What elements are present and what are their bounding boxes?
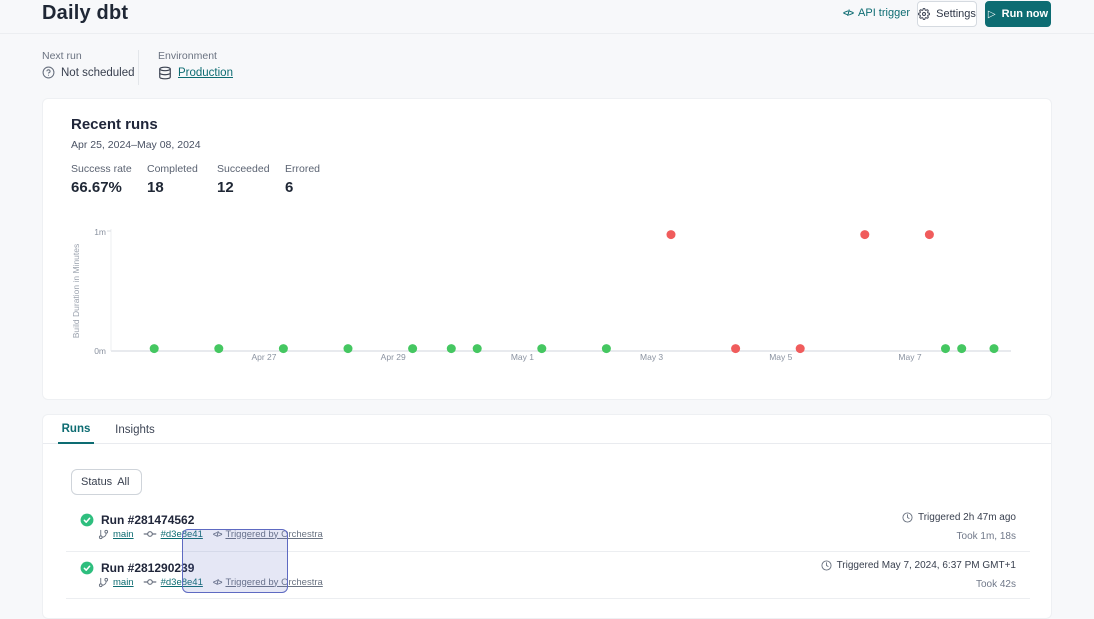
x-tick-label: Apr 29 <box>381 352 406 362</box>
x-tick-label: May 5 <box>769 352 792 362</box>
run-triggered-text: Triggered May 7, 2024, 6:37 PM GMT+1 <box>837 560 1016 571</box>
run-dot-succeeded[interactable] <box>957 344 966 353</box>
help-circle-icon <box>42 66 55 79</box>
run-dot-errored[interactable] <box>731 344 740 353</box>
success-check-icon <box>80 561 94 575</box>
git-commit-icon <box>143 527 157 541</box>
header-divider <box>0 33 1094 34</box>
git-commit-icon <box>143 575 157 589</box>
x-tick-label: May 7 <box>898 352 921 362</box>
settings-button[interactable]: Settings <box>917 1 977 27</box>
run-meta: main #d3e8e41 </> Triggered by Orchestra <box>98 526 323 542</box>
x-tick-label: May 3 <box>640 352 663 362</box>
runs-card: Runs Insights Status All Run #281474562 … <box>42 414 1052 619</box>
run-dot-errored[interactable] <box>796 344 805 353</box>
run-title[interactable]: Run #281474562 <box>101 513 194 527</box>
run-title[interactable]: Run #281290239 <box>101 561 194 575</box>
filter-label: Status <box>81 476 112 488</box>
api-trigger-link[interactable]: </> API trigger <box>843 7 910 19</box>
run-triggered-text: Triggered 2h 47m ago <box>918 512 1016 523</box>
tab-runs[interactable]: Runs <box>58 415 94 444</box>
run-dot-succeeded[interactable] <box>214 344 223 353</box>
clock-icon <box>821 560 832 571</box>
status-filter-dropdown[interactable]: Status All <box>71 469 142 495</box>
run-took: Took 1m, 18s <box>957 531 1016 542</box>
environment-label: Environment <box>158 50 217 62</box>
run-dot-succeeded[interactable] <box>537 344 546 353</box>
next-run-text: Not scheduled <box>61 67 135 79</box>
next-run-value: Not scheduled <box>42 66 135 79</box>
database-icon <box>158 66 172 80</box>
y-tick-1m: 1m <box>94 227 106 237</box>
run-took: Took 42s <box>976 579 1016 590</box>
run-dot-succeeded[interactable] <box>602 344 611 353</box>
run-dot-succeeded[interactable] <box>279 344 288 353</box>
x-tick-label: Apr 27 <box>251 352 276 362</box>
run-meta: main #d3e8e41 </> Triggered by Orchestra <box>98 574 323 590</box>
trigger-source-link[interactable]: Triggered by Orchestra <box>225 577 322 588</box>
api-trigger-label: API trigger <box>858 7 910 19</box>
run-dot-succeeded[interactable] <box>408 344 417 353</box>
environment-link[interactable]: Production <box>178 67 233 79</box>
commit-link[interactable]: #d3e8e41 <box>161 529 203 540</box>
clock-icon <box>902 512 913 523</box>
run-now-label: Run now <box>1002 8 1048 20</box>
run-row[interactable]: Run #281290239 main #d3e8e41 </> Trigger… <box>66 552 1030 599</box>
run-dot-errored[interactable] <box>667 230 676 239</box>
run-dot-errored[interactable] <box>860 230 869 239</box>
branch-link[interactable]: main <box>113 529 134 540</box>
success-check-icon <box>80 513 94 527</box>
git-branch-icon <box>98 529 109 540</box>
git-branch-icon <box>98 577 109 588</box>
run-dot-succeeded[interactable] <box>941 344 950 353</box>
run-now-button[interactable]: ▷ Run now <box>985 1 1051 27</box>
run-row[interactable]: Run #281474562 main #d3e8e41 </> Trigger… <box>66 504 1030 552</box>
run-dot-succeeded[interactable] <box>447 344 456 353</box>
y-tick-0m: 0m <box>94 346 106 356</box>
recent-runs-card: Recent runs Apr 25, 2024–May 08, 2024 Su… <box>42 98 1052 400</box>
next-run-label: Next run <box>42 50 82 62</box>
tabs-row: Runs Insights <box>43 415 1051 444</box>
run-dot-errored[interactable] <box>925 230 934 239</box>
filter-value: All <box>117 476 129 488</box>
gear-icon <box>918 8 930 20</box>
tab-insights[interactable]: Insights <box>113 415 157 444</box>
run-triggered: Triggered 2h 47m ago <box>902 512 1016 523</box>
environment-value: Production <box>158 66 233 80</box>
build-duration-chart: Build Duration in Minutes 1m 0m Apr 27 Ap… <box>43 99 1053 401</box>
trigger-source-link[interactable]: Triggered by Orchestra <box>225 529 322 540</box>
vertical-divider <box>138 50 139 85</box>
job-page: Daily dbt </> API trigger Settings ▷ Run… <box>0 0 1094 601</box>
settings-label: Settings <box>936 8 976 20</box>
y-axis-label: Build Duration in Minutes <box>71 244 81 339</box>
run-triggered: Triggered May 7, 2024, 6:37 PM GMT+1 <box>821 560 1016 571</box>
code-icon: </> <box>213 530 222 539</box>
branch-link[interactable]: main <box>113 577 134 588</box>
run-dot-succeeded[interactable] <box>150 344 159 353</box>
run-dot-succeeded[interactable] <box>344 344 353 353</box>
play-icon: ▷ <box>988 9 996 20</box>
run-dot-succeeded[interactable] <box>990 344 999 353</box>
run-dot-succeeded[interactable] <box>473 344 482 353</box>
commit-link[interactable]: #d3e8e41 <box>161 577 203 588</box>
code-icon: </> <box>843 8 853 18</box>
page-title: Daily dbt <box>42 2 128 25</box>
x-tick-label: May 1 <box>511 352 534 362</box>
code-icon: </> <box>213 578 222 587</box>
